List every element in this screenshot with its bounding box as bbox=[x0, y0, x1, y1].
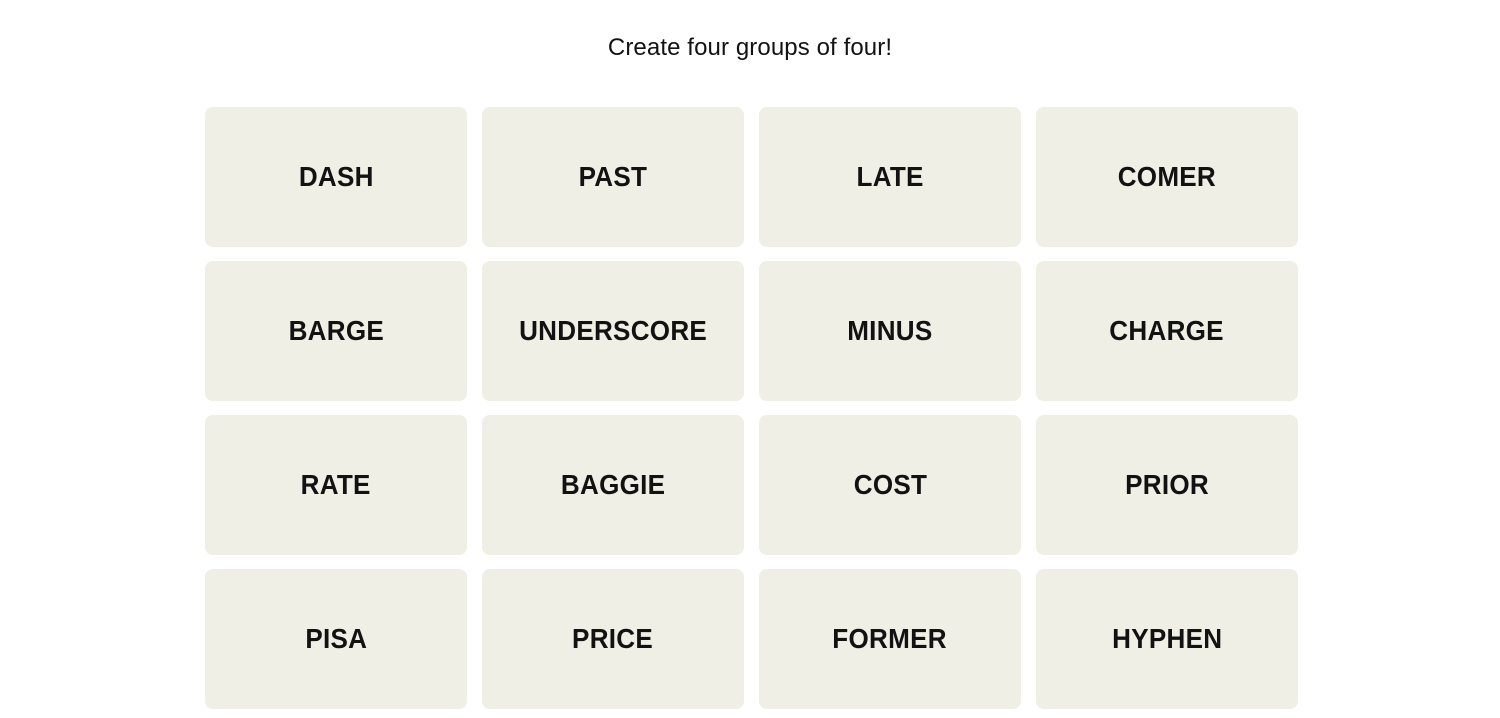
word-tile-label: BARGE bbox=[288, 315, 384, 346]
word-tile[interactable]: MINUS bbox=[759, 261, 1021, 401]
word-tile[interactable]: HYPHEN bbox=[1036, 569, 1298, 709]
word-tile-label: RATE bbox=[300, 469, 372, 500]
connections-game-page: Create four groups of four! DASH PAST LA… bbox=[0, 0, 1500, 718]
word-tile[interactable]: LATE bbox=[759, 107, 1021, 247]
word-tile-label: MINUS bbox=[847, 315, 933, 346]
word-tile[interactable]: PRIOR bbox=[1036, 415, 1298, 555]
word-tile-label: CHARGE bbox=[1109, 315, 1225, 346]
word-tile[interactable]: PAST bbox=[482, 107, 744, 247]
word-tile-grid: DASH PAST LATE COMER BARGE UNDERSCORE MI… bbox=[205, 107, 1298, 709]
word-tile[interactable]: DASH bbox=[205, 107, 467, 247]
word-tile-label: PAST bbox=[578, 161, 648, 192]
word-tile[interactable]: RATE bbox=[205, 415, 467, 555]
word-tile-label: UNDERSCORE bbox=[518, 315, 707, 346]
word-tile[interactable]: COMER bbox=[1036, 107, 1298, 247]
word-tile-label: PRIOR bbox=[1125, 469, 1209, 500]
word-tile[interactable]: FORMER bbox=[759, 569, 1021, 709]
word-tile[interactable]: UNDERSCORE bbox=[482, 261, 744, 401]
page-title: Create four groups of four! bbox=[607, 34, 893, 61]
word-tile-label: PISA bbox=[305, 623, 367, 654]
word-tile[interactable]: COST bbox=[759, 415, 1021, 555]
word-tile-label: COST bbox=[853, 469, 927, 500]
word-tile-label: DASH bbox=[298, 161, 374, 192]
word-tile-label: HYPHEN bbox=[1111, 623, 1223, 654]
word-tile-label: LATE bbox=[856, 161, 924, 192]
word-tile[interactable]: PRICE bbox=[482, 569, 744, 709]
word-tile-label: COMER bbox=[1117, 161, 1217, 192]
word-tile[interactable]: CHARGE bbox=[1036, 261, 1298, 401]
word-tile-label: BAGGIE bbox=[560, 469, 666, 500]
word-tile-label: FORMER bbox=[832, 623, 948, 654]
word-tile[interactable]: PISA bbox=[205, 569, 467, 709]
word-tile[interactable]: BARGE bbox=[205, 261, 467, 401]
word-tile[interactable]: BAGGIE bbox=[482, 415, 744, 555]
word-tile-label: PRICE bbox=[572, 623, 654, 654]
